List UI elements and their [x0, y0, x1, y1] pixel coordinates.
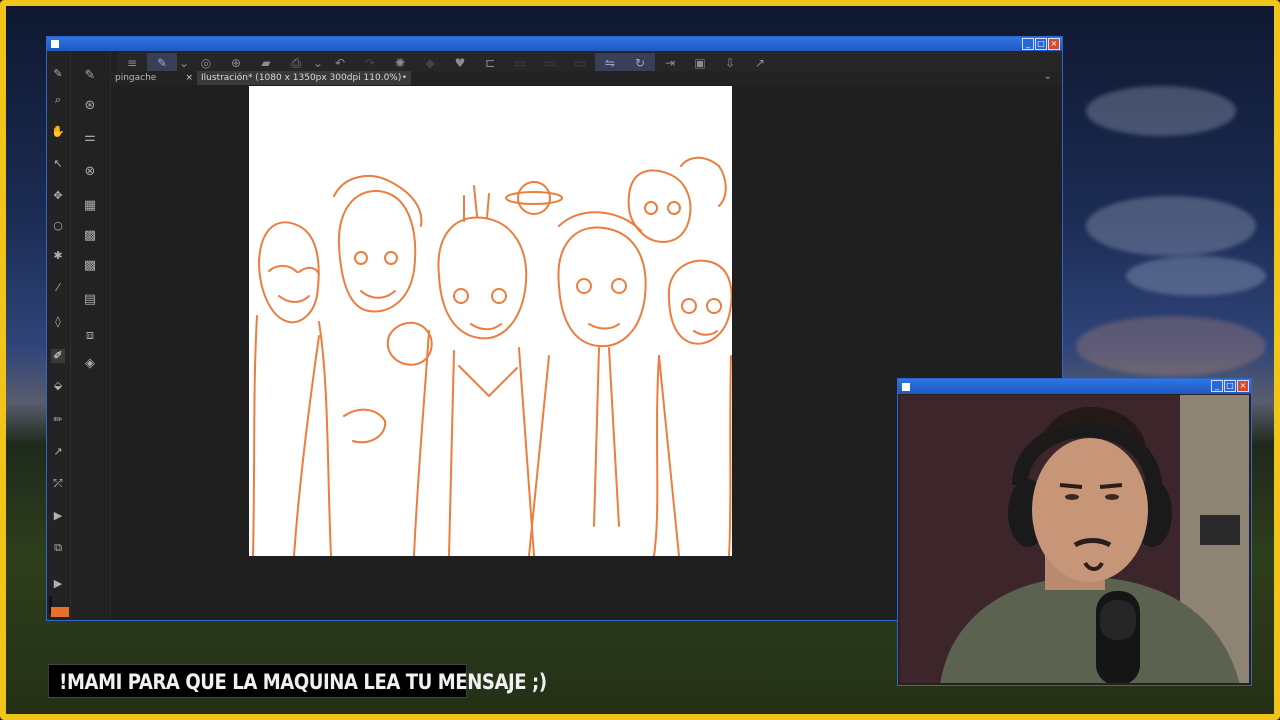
dim-icon: ▭: [514, 56, 526, 70]
crop-icon[interactable]: ⊏: [475, 53, 505, 73]
webcam-feed: [900, 395, 1249, 683]
cloud: [1126, 256, 1266, 296]
spinner-icon[interactable]: ✺: [385, 53, 415, 73]
path-icon[interactable]: ↗: [51, 445, 65, 459]
chevron-down-icon[interactable]: ⌄: [177, 53, 191, 73]
window-controls: _ □ ×: [1211, 380, 1249, 392]
chat-banner: !MAMI PARA QUE LA MAQUINA LEA TU MENSAJE…: [48, 664, 547, 698]
modified-dot-icon[interactable]: •: [402, 71, 407, 85]
add-layer-icon[interactable]: ⊕: [221, 53, 251, 73]
redo-icon[interactable]: ↷: [355, 53, 385, 73]
calendar-icon[interactable]: ▤: [81, 291, 99, 309]
pencil-icon[interactable]: ✏: [51, 413, 65, 427]
brush-icon[interactable]: ✎: [51, 67, 65, 81]
external-icon[interactable]: ↗: [745, 53, 775, 73]
sketch-canvas[interactable]: [249, 86, 732, 556]
minimize-icon[interactable]: _: [1211, 380, 1223, 392]
close-icon[interactable]: ×: [185, 71, 193, 85]
cloud: [1076, 316, 1266, 376]
undo-icon[interactable]: ↶: [325, 53, 355, 73]
toolbox-panel: ✎ ⊛ ⚌ ⊗ ▦ ▩ ▩ ▤ ⧈ ◈: [71, 51, 111, 620]
pattern-icon[interactable]: ▦: [81, 197, 99, 215]
maximize-icon[interactable]: □: [1224, 380, 1236, 392]
select-icon[interactable]: ↖: [51, 157, 65, 171]
zoom-icon[interactable]: ⌕: [51, 93, 65, 107]
cloud: [1086, 86, 1236, 136]
move-icon[interactable]: ✥: [51, 189, 65, 203]
tool-strip: ✎ ⌕ ✋ ↖ ✥ ○ ✱ ⁄ ◊ ✐ ⬙ ✏ ↗ ⤱ ▶ ⧉ ▶: [47, 51, 71, 620]
grid-icon[interactable]: ▩: [81, 227, 99, 245]
close-icon[interactable]: ×: [1048, 38, 1060, 50]
maximize-icon[interactable]: □: [1035, 38, 1047, 50]
import-icon[interactable]: ⇩: [715, 53, 745, 73]
chevron-down-icon[interactable]: ⌄: [1044, 71, 1052, 82]
fill-icon[interactable]: ⬙: [51, 379, 65, 393]
shape-icon[interactable]: ▶: [51, 509, 65, 523]
system-menu-icon[interactable]: [51, 40, 59, 48]
export-icon[interactable]: ⇥: [655, 53, 685, 73]
save-icon[interactable]: ▣: [685, 53, 715, 73]
streamer-image: [900, 395, 1249, 683]
pattern2-icon[interactable]: ▩: [81, 257, 99, 275]
open-folder-icon[interactable]: ▰: [251, 53, 281, 73]
sketch-drawing: [252, 156, 732, 556]
play-icon[interactable]: ▶: [51, 577, 65, 591]
mirror-horizontal-icon[interactable]: ⇋: [595, 53, 625, 73]
window-titlebar[interactable]: _ □ ×: [47, 37, 1062, 51]
clipboard-icon[interactable]: ⧉: [51, 541, 65, 555]
minimize-icon[interactable]: _: [1022, 38, 1034, 50]
heart-icon[interactable]: ♥: [445, 53, 475, 73]
hand-icon[interactable]: ✋: [51, 125, 65, 139]
webcam-window: _ □ ×: [897, 378, 1252, 686]
tab-label: Ilustración* (1080 x 1350px 300dpi 110.0…: [201, 73, 402, 83]
freehand-brush-icon[interactable]: ✎: [81, 67, 99, 85]
background-color-swatch[interactable]: [51, 607, 69, 617]
webcam-titlebar[interactable]: _ □ ×: [898, 379, 1251, 394]
star-icon[interactable]: ✱: [51, 249, 65, 263]
gradient-icon[interactable]: ⤱: [51, 477, 65, 491]
print-icon[interactable]: ⎙: [281, 53, 311, 73]
layers-stack-icon[interactable]: ⧈: [81, 327, 99, 345]
mirror-vertical-icon[interactable]: ↻: [625, 53, 655, 73]
dim-icon: ▭: [574, 56, 586, 70]
sliders-icon[interactable]: ⚌: [81, 129, 99, 147]
dim-icon: ▭: [544, 56, 556, 70]
tab-ilustracion[interactable]: Ilustración* (1080 x 1350px 300dpi 110.0…: [197, 71, 411, 85]
spiral-icon[interactable]: ◎: [191, 53, 221, 73]
pen-icon[interactable]: ✐: [51, 349, 65, 363]
chevron-down-icon[interactable]: ⌄: [311, 53, 325, 73]
smudge-icon[interactable]: ◊: [51, 315, 65, 329]
eyedropper-icon[interactable]: ⁄: [51, 281, 65, 295]
window-controls: _ □ ×: [1022, 38, 1060, 50]
layers-icon[interactable]: ◈: [81, 355, 99, 373]
lasso-icon[interactable]: ○: [51, 219, 65, 233]
document-tabbar: pingache × Ilustración* (1080 x 1350px 3…: [111, 71, 1062, 85]
brush-preset-icon[interactable]: ✎: [147, 53, 177, 73]
tab-label: pingache: [115, 73, 157, 83]
menu-icon[interactable]: ≡: [117, 53, 147, 73]
tab-pingache[interactable]: pingache ×: [111, 71, 197, 85]
cloud: [1086, 196, 1256, 256]
reference-icon[interactable]: ⊗: [81, 163, 99, 181]
dim-icon: ◆: [425, 56, 435, 70]
close-icon[interactable]: ×: [1237, 380, 1249, 392]
system-menu-icon[interactable]: [902, 383, 910, 391]
transform-icon[interactable]: ⊛: [81, 97, 99, 115]
